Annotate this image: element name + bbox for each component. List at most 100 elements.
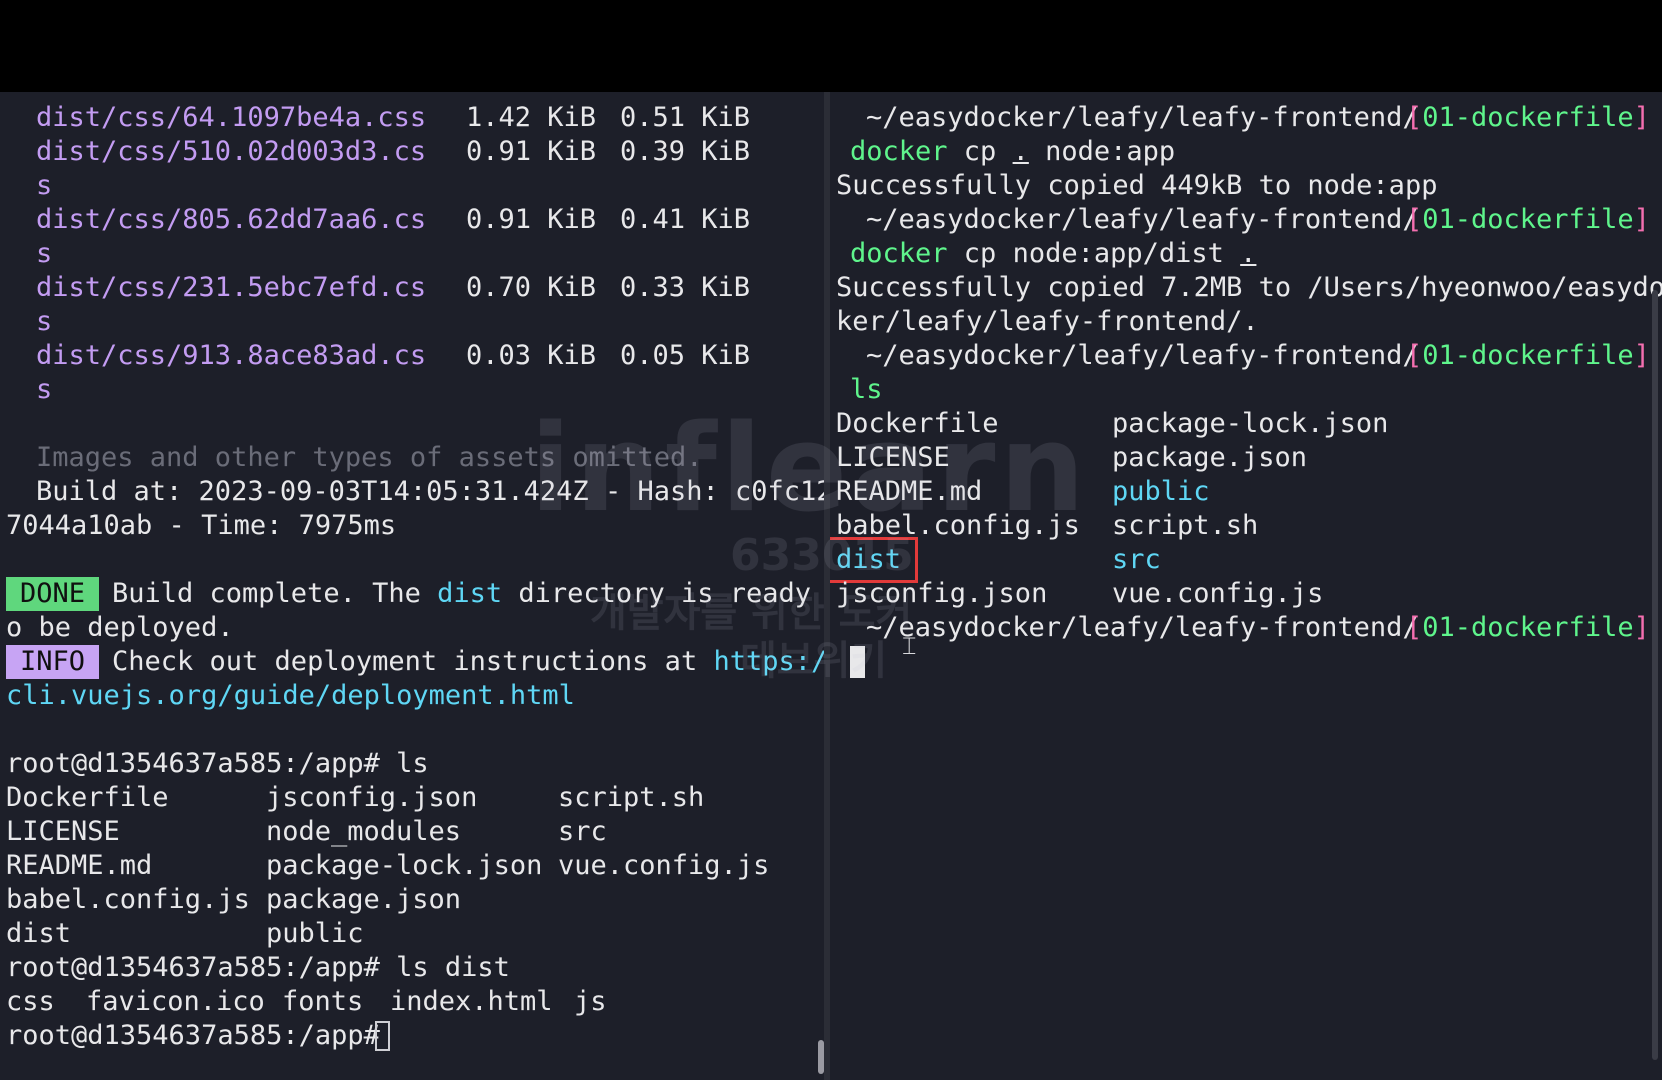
shell-prompt-ls-dist: root@d1354637a585:/app# ls dist [6,952,510,983]
ls-entry: LICENSE [836,442,950,473]
ls-entry: public [266,918,364,949]
ls-entry: vue.config.js [558,850,770,881]
ls-row: dist src [830,537,1662,583]
branch-bracket-open: [ [1406,102,1423,133]
dist-entry: index.html [390,986,553,1017]
asset-row: dist/css/64.1097be4a.css 1.42 KiB 0.51 KiB [0,101,824,135]
build-info: Build at: 2023-09-03T14:05:31.424Z - Has… [36,476,824,507]
ls-row: dist public [0,917,824,951]
ls-entry: README.md [836,476,983,507]
ls-entry: src [558,816,607,847]
branch-bracket-close: ] [1633,340,1650,371]
branch-bracket-open: [ [1406,612,1423,643]
asset-size: 0.91 KiB [466,136,597,167]
asset-row-wrap: s [0,169,824,203]
branch-name: 01-dockerfile [1422,204,1634,235]
ls-row: LICENSE package.json [830,441,1662,475]
command-line: ls [830,373,1662,407]
deployment-link[interactable]: https:// [713,646,824,677]
ls-entry: script.sh [558,782,705,813]
command-name: docker [850,136,948,167]
ls-row: Dockerfile jsconfig.json script.sh [0,781,824,815]
copy-output-cont: ker/leafy/leafy-frontend/. [836,306,1259,337]
ls-entry: README.md [6,850,153,881]
ls-row: jsconfig.json vue.config.js [830,577,1662,611]
dist-entry: favicon.ico [86,986,265,1017]
asset-gzip-size: 0.05 KiB [620,340,751,371]
asset-size: 0.91 KiB [466,204,597,235]
done-badge: DONE [6,577,100,611]
branch-bracket-open: [ [1406,340,1423,371]
ls-entry: node_modules [266,816,462,847]
asset-file-wrap: s [36,238,53,269]
ls-entry: vue.config.js [1112,578,1324,609]
info-line-2: cli.vuejs.org/guide/deployment.html [0,679,824,713]
shell-prompt-final: root@d1354637a585:/app# [6,1020,397,1051]
right-scrollbar[interactable] [1652,290,1658,1060]
prompt-line: ~/easydocker/leafy/leafy-frontend/[01-do… [830,339,1662,373]
ls-entry: Dockerfile [836,408,999,439]
command-line: docker cp . node:app [830,135,1662,169]
asset-row: dist/css/805.62dd7aa6.cs 0.91 KiB 0.41 KiB [0,203,824,237]
ls-entry: script.sh [1112,510,1259,541]
asset-size: 0.03 KiB [466,340,597,371]
done-message: Build complete. The dist directory is re… [112,577,824,611]
ls-entry: package-lock.json [266,850,543,881]
deployment-link-cont[interactable]: cli.vuejs.org/guide/deployment.html [6,679,575,713]
output-line: ker/leafy/leafy-frontend/. [830,305,1662,339]
command-dot: . [1012,136,1029,167]
done-message-pre: Build complete. The [112,578,438,609]
prompt-branch: [01-dockerfile] [1406,203,1650,237]
asset-file-wrap: s [36,374,53,405]
info-message-pre: Check out deployment instructions at [112,646,714,677]
asset-size: 1.42 KiB [466,102,597,133]
prompt-line: ~/easydocker/leafy/leafy-frontend/[01-do… [830,611,1662,645]
asset-file: dist/css/510.02d003d3.cs [36,136,427,167]
ls-entry: jsconfig.json [266,782,478,813]
branch-bracket-close: ] [1633,612,1650,643]
branch-name: 01-dockerfile [1422,340,1634,371]
command: docker cp node:app/dist . [850,237,1256,271]
branch-bracket-open: [ [1406,204,1423,235]
asset-gzip-size: 0.41 KiB [620,204,751,235]
prompt-branch: [01-dockerfile] [1406,611,1650,645]
omitted-note: Images and other types of assets omitted… [36,442,703,473]
ls-entry: dist [6,918,72,949]
info-line: INFO Check out deployment instructions at… [0,645,824,679]
command: docker cp . node:app [850,135,1175,169]
command-name: docker [850,238,948,269]
build-info-cont: 7044a10ab - Time: 7975ms [6,510,397,541]
done-message-cont: o be deployed. [6,612,234,643]
asset-row: dist/css/913.8ace83ad.cs 0.03 KiB 0.05 KiB [0,339,824,373]
prompt-line: root@d1354637a585:/app# ls dist [0,951,824,985]
copy-output: Successfully copied 7.2MB to /Users/hyeo… [836,272,1662,303]
ls-row: README.md package-lock.json vue.config.js [0,849,824,883]
command-line: docker cp node:app/dist . [830,237,1662,271]
build-info-line-2: 7044a10ab - Time: 7975ms [0,509,824,543]
left-terminal-pane[interactable]: dist/css/64.1097be4a.css 1.42 KiB 0.51 KiB… [0,92,824,1080]
asset-file: dist/css/231.5ebc7efd.cs [36,272,427,303]
command-dot: . [1240,238,1257,269]
left-scrollbar[interactable] [818,1040,824,1074]
copy-output: Successfully copied 449kB to node:app [836,170,1438,201]
asset-gzip-size: 0.39 KiB [620,136,751,167]
prompt-path: ~/easydocker/leafy/leafy-frontend/ [866,612,1419,643]
ls-row: Dockerfile package-lock.json [830,407,1662,441]
ls-entry: jsconfig.json [836,578,1048,609]
asset-file: dist/css/805.62dd7aa6.cs [36,204,427,235]
asset-gzip-size: 0.51 KiB [620,102,751,133]
asset-size: 0.70 KiB [466,272,597,303]
ls-entry: LICENSE [6,816,120,847]
done-message-dist: dist [437,578,503,609]
prompt-line-active: root@d1354637a585:/app# [0,1019,824,1053]
ls-entry: public [1112,476,1210,507]
prompt-line-active [830,645,1662,679]
asset-file-wrap: s [36,306,53,337]
prompt-path: ~/easydocker/leafy/leafy-frontend/ [866,204,1419,235]
asset-file: dist/css/64.1097be4a.css [36,102,427,133]
asset-row-wrap: s [0,373,824,407]
ibeam-cursor-icon: ⌶ [902,632,917,660]
asset-file: dist/css/913.8ace83ad.cs [36,340,427,371]
top-bar [0,0,1662,92]
right-terminal-pane[interactable]: ~/easydocker/leafy/leafy-frontend/[01-do… [830,92,1662,1080]
